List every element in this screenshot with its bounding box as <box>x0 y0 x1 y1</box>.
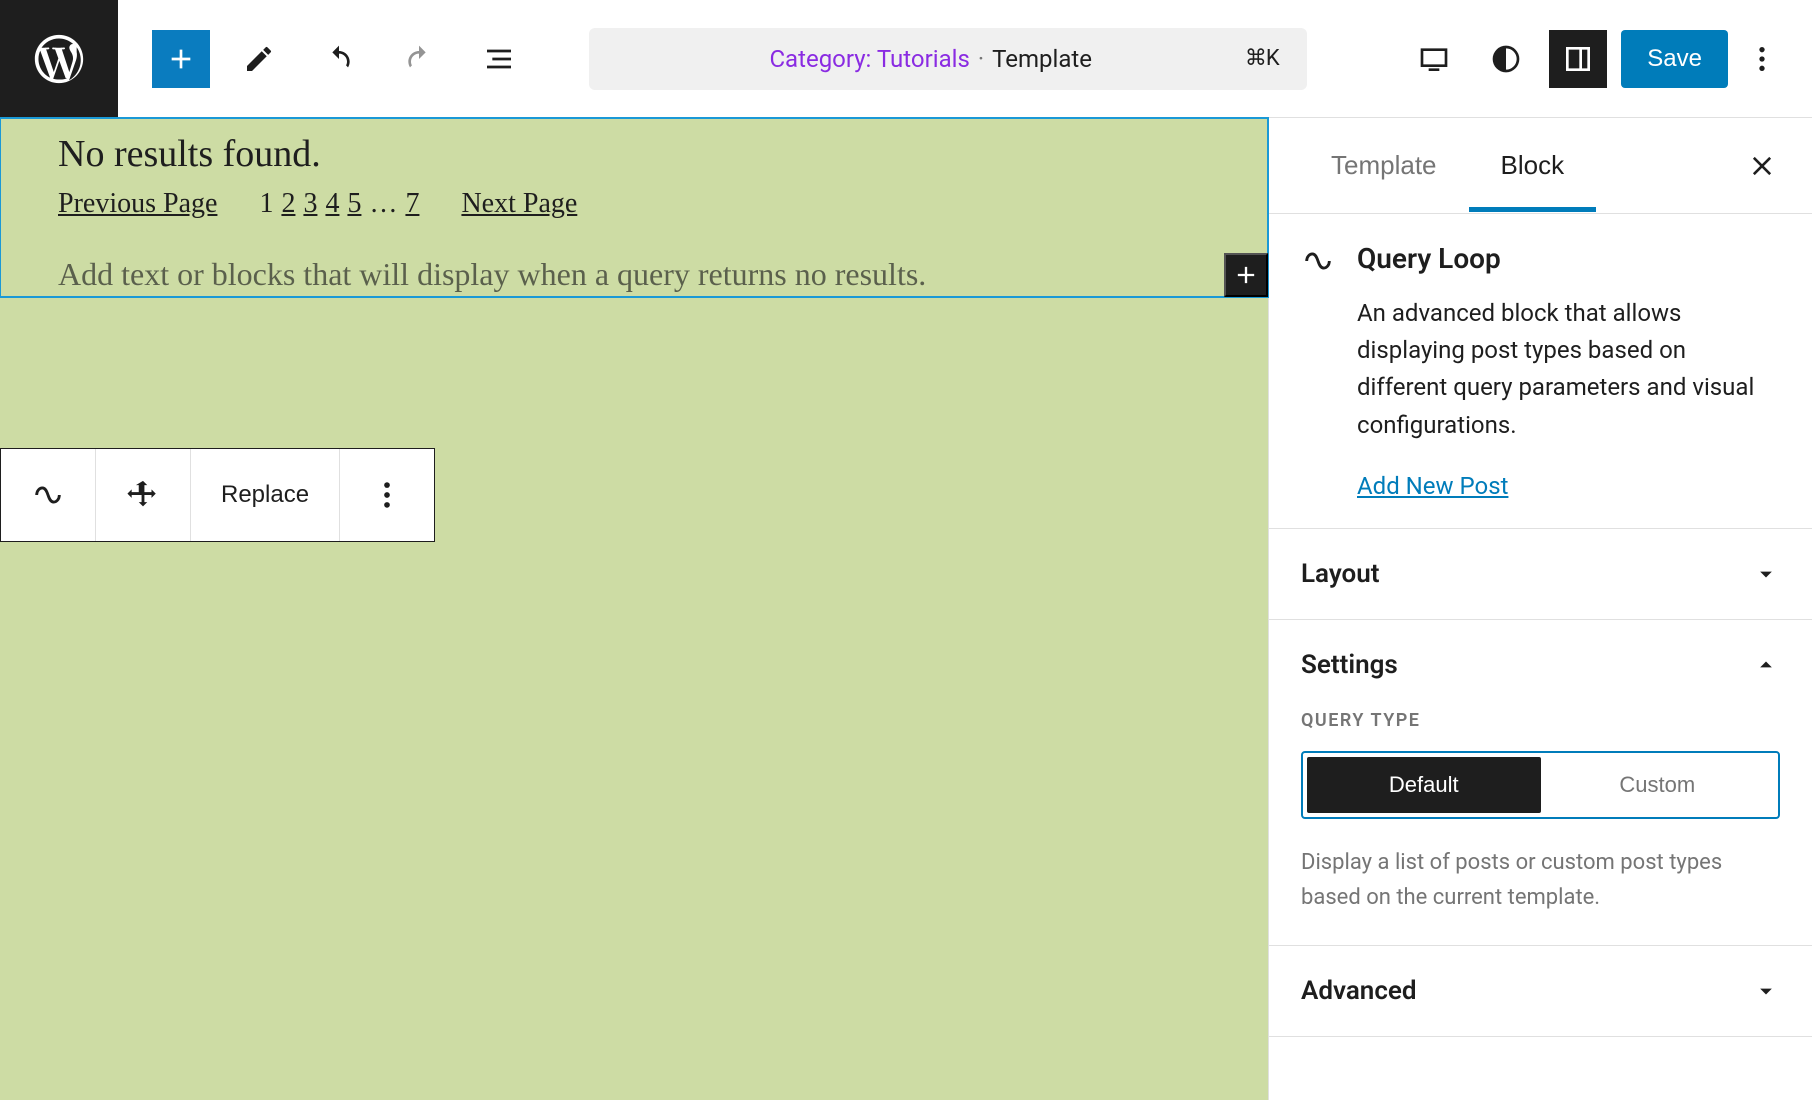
sidebar-tabs: Template Block <box>1269 118 1812 214</box>
pagination-numbers: 12345…7 <box>255 188 423 220</box>
tools-button[interactable] <box>228 28 290 90</box>
editor-top-toolbar: Category: Tutorials · Template ⌘K Save <box>0 0 1812 118</box>
pencil-icon <box>243 43 275 75</box>
wordpress-icon <box>30 30 88 88</box>
no-results-placeholder[interactable]: Add text or blocks that will display whe… <box>58 256 1210 293</box>
pagination-next[interactable]: Next Page <box>461 188 577 220</box>
panel-advanced[interactable]: Advanced <box>1269 946 1812 1036</box>
settings-sidebar-button[interactable] <box>1549 30 1607 88</box>
close-sidebar-button[interactable] <box>1742 146 1782 186</box>
document-title-bar[interactable]: Category: Tutorials · Template ⌘K <box>589 28 1307 90</box>
close-icon <box>1748 152 1776 180</box>
save-button[interactable]: Save <box>1621 30 1728 88</box>
chevron-down-icon <box>1752 977 1780 1005</box>
styles-button[interactable] <box>1477 30 1535 88</box>
redo-icon <box>403 43 435 75</box>
command-shortcut: ⌘K <box>1245 46 1279 71</box>
doc-category: Category: Tutorials <box>769 45 969 73</box>
add-new-post-link[interactable]: Add New Post <box>1357 472 1508 500</box>
block-card: Query Loop An advanced block that allows… <box>1269 214 1812 528</box>
plus-icon <box>1232 261 1260 289</box>
more-vertical-icon <box>1746 43 1778 75</box>
move-icon <box>126 478 160 512</box>
pagination-previous[interactable]: Previous Page <box>58 188 217 220</box>
contrast-icon <box>1490 43 1522 75</box>
tab-block[interactable]: Block <box>1469 120 1597 211</box>
document-overview-button[interactable] <box>468 28 530 90</box>
undo-button[interactable] <box>308 28 370 90</box>
panel-settings[interactable]: Settings <box>1269 620 1812 710</box>
options-button[interactable] <box>1742 30 1782 88</box>
doc-type: Template <box>992 45 1092 73</box>
tab-template[interactable]: Template <box>1299 120 1469 211</box>
query-loop-icon <box>1301 244 1335 278</box>
block-card-title: Query Loop <box>1357 242 1780 275</box>
no-results-heading: No results found. <box>58 132 1210 176</box>
block-replace-button[interactable]: Replace <box>191 449 339 541</box>
query-loop-icon <box>31 478 65 512</box>
plus-icon <box>165 43 197 75</box>
query-type-description: Display a list of posts or custom post t… <box>1301 845 1780 915</box>
panel-layout[interactable]: Layout <box>1269 529 1812 619</box>
redo-button[interactable] <box>388 28 450 90</box>
query-type-label: QUERY TYPE <box>1301 710 1780 731</box>
more-vertical-icon <box>370 478 404 512</box>
block-inserter-button[interactable] <box>152 30 210 88</box>
block-appender-button[interactable] <box>1224 253 1268 297</box>
query-type-default[interactable]: Default <box>1307 757 1541 813</box>
undo-icon <box>323 43 355 75</box>
sidebar-icon <box>1562 43 1594 75</box>
panel-layout-label: Layout <box>1301 559 1380 589</box>
block-card-description: An advanced block that allows displaying… <box>1357 295 1780 444</box>
wordpress-logo-button[interactable] <box>0 0 118 118</box>
view-button[interactable] <box>1405 30 1463 88</box>
block-toolbar: Replace <box>0 448 435 542</box>
query-no-results-block[interactable]: No results found. Previous Page 12345…7 … <box>0 118 1268 297</box>
query-type-custom[interactable]: Custom <box>1541 757 1775 813</box>
chevron-up-icon <box>1752 651 1780 679</box>
query-pagination: Previous Page 12345…7 Next Page <box>58 188 1210 220</box>
panel-advanced-label: Advanced <box>1301 976 1417 1006</box>
editor-canvas[interactable]: No results found. Previous Page 12345…7 … <box>0 118 1269 1100</box>
block-type-button[interactable] <box>1 449 95 541</box>
chevron-down-icon <box>1752 560 1780 588</box>
block-move-button[interactable] <box>96 449 190 541</box>
list-view-icon <box>483 43 515 75</box>
panel-settings-label: Settings <box>1301 650 1398 680</box>
desktop-icon <box>1418 43 1450 75</box>
query-type-toggle: Default Custom <box>1301 751 1780 819</box>
settings-sidebar: Template Block Query Loop An advanced bl… <box>1269 118 1812 1100</box>
block-options-button[interactable] <box>340 449 434 541</box>
